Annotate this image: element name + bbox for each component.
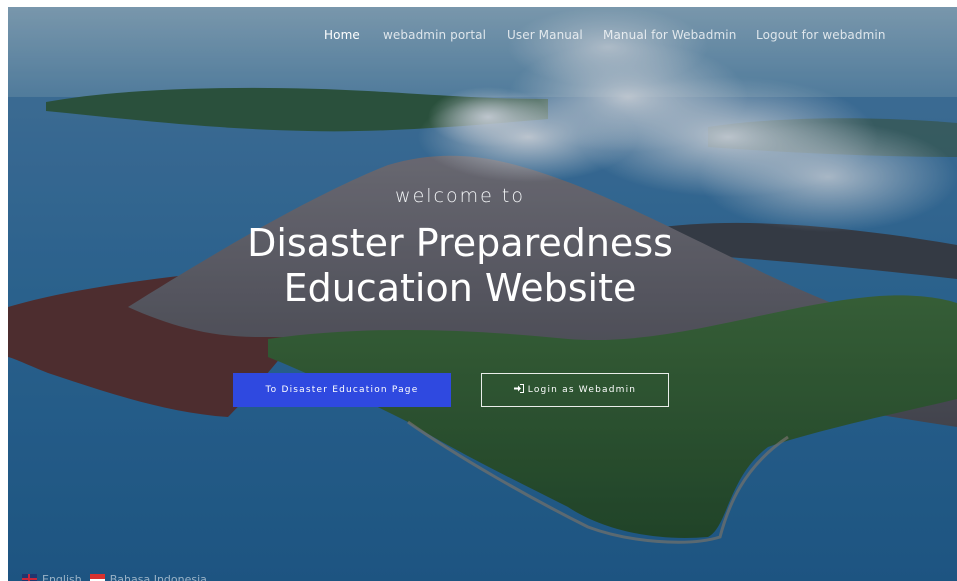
language-label-indonesian: Bahasa Indonesia bbox=[109, 572, 207, 581]
page-title-line-1: Disaster Preparedness bbox=[247, 221, 673, 265]
uk-flag-icon bbox=[22, 574, 37, 581]
sign-in-icon bbox=[513, 384, 524, 396]
welcome-text: welcome to bbox=[395, 185, 525, 207]
nav-item-webadmin-portal[interactable]: webadmin portal bbox=[383, 28, 486, 42]
top-navigation: Home webadmin portal User Manual Manual … bbox=[8, 28, 957, 46]
disaster-education-button-label: To Disaster Education Page bbox=[265, 385, 419, 395]
login-webadmin-button-label: Login as Webadmin bbox=[527, 385, 637, 395]
language-label-english: English bbox=[42, 572, 82, 581]
language-option-indonesian[interactable]: Bahasa Indonesia bbox=[89, 572, 207, 581]
page-title: Disaster Preparedness Education Website bbox=[8, 221, 912, 311]
disaster-education-button[interactable]: To Disaster Education Page bbox=[233, 373, 451, 407]
nav-item-manual-for-webadmin[interactable]: Manual for Webadmin bbox=[603, 28, 736, 42]
language-option-english[interactable]: English bbox=[22, 573, 82, 581]
nav-item-home[interactable]: Home bbox=[324, 28, 360, 42]
nav-item-logout[interactable]: Logout for webadmin bbox=[756, 28, 886, 42]
page-title-line-2: Education Website bbox=[283, 266, 637, 310]
language-switcher: English Bahasa Indonesia bbox=[22, 572, 215, 581]
indonesia-flag-icon bbox=[89, 574, 105, 581]
hero-section: Home webadmin portal User Manual Manual … bbox=[8, 7, 957, 581]
login-webadmin-button[interactable]: Login as Webadmin bbox=[481, 373, 669, 407]
nav-item-user-manual[interactable]: User Manual bbox=[507, 28, 583, 42]
